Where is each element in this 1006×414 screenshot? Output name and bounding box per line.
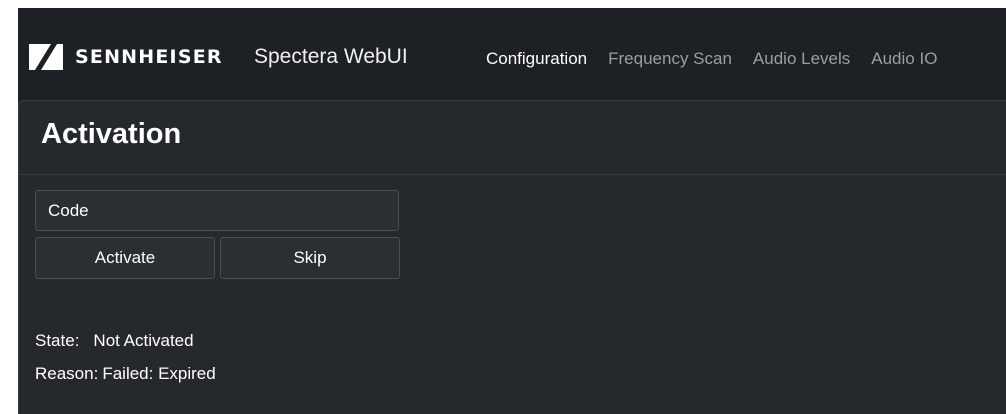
code-input[interactable] bbox=[35, 190, 399, 231]
app-window: SENNHEISER Spectera WebUI Configuration … bbox=[18, 8, 1006, 414]
top-header: SENNHEISER Spectera WebUI Configuration … bbox=[18, 8, 1006, 100]
brand-name: SENNHEISER bbox=[75, 46, 223, 68]
state-label: State: bbox=[35, 331, 80, 350]
reason-row: Reason: Failed: Expired bbox=[35, 364, 216, 384]
nav-item-frequency-scan[interactable]: Frequency Scan bbox=[608, 49, 732, 69]
nav-item-audio-io[interactable]: Audio IO bbox=[871, 49, 937, 69]
nav-item-configuration[interactable]: Configuration bbox=[486, 49, 587, 69]
reason-label: Reason: bbox=[35, 364, 99, 383]
main-nav: Configuration Frequency Scan Audio Level… bbox=[486, 49, 958, 69]
skip-button[interactable]: Skip bbox=[220, 237, 400, 279]
brand: SENNHEISER bbox=[29, 44, 223, 70]
sennheiser-logo-icon bbox=[29, 44, 63, 70]
page-title: Activation bbox=[41, 118, 182, 150]
app-title: Spectera WebUI bbox=[254, 45, 408, 68]
state-row: State: Not Activated bbox=[35, 331, 194, 351]
card-header: Activation bbox=[19, 101, 1006, 175]
reason-value: Failed: Expired bbox=[102, 364, 216, 383]
nav-item-audio-levels[interactable]: Audio Levels bbox=[753, 49, 850, 69]
state-value: Not Activated bbox=[93, 331, 194, 350]
activation-card: Activation Activate Skip State: Not Activ… bbox=[18, 100, 1006, 414]
activate-button[interactable]: Activate bbox=[35, 237, 215, 279]
